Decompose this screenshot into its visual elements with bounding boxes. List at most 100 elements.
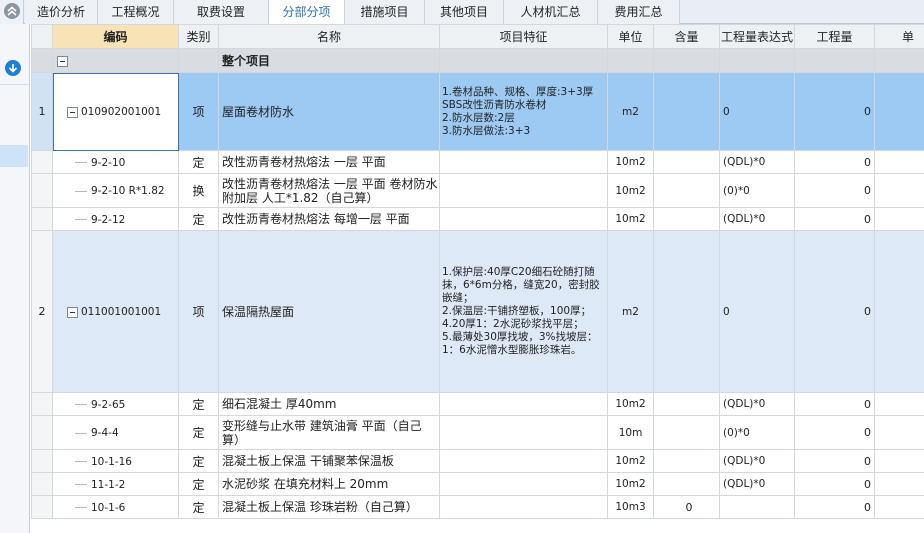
name-cell[interactable]: 改性沥青卷材热熔法 一层 平面 — [218, 150, 440, 174]
expression-cell[interactable]: 0 — [719, 72, 795, 151]
quota-sub-row[interactable]: 10-1-16 定混凝土板上保温 干铺聚苯保温板 10m2 (QDL)*0 0 — [31, 449, 924, 473]
quota-sub-row[interactable]: 9-2-10 定改性沥青卷材热熔法 一层 平面 10m2 (QDL)*0 0 — [31, 150, 924, 174]
code-cell[interactable]: 10-1-16 — [52, 449, 179, 473]
code-cell[interactable]: 9-4-4 — [52, 415, 179, 450]
class-cell[interactable]: 换 — [178, 173, 219, 208]
quota-sub-row[interactable]: 9-2-12 定改性沥青卷材热熔法 每增一层 平面 10m2 (QDL)*0 0 — [31, 207, 924, 231]
unit-cell[interactable]: m2 — [607, 72, 654, 151]
code-cell[interactable]: 9-2-12 — [52, 207, 179, 231]
code-cell[interactable]: 10-1-6 — [52, 495, 179, 519]
quantity-cell[interactable]: 0 — [794, 472, 875, 496]
bill-item-row[interactable]: 2 011001001001 项保温隔热屋面 1.保护层:40厚C20细石砼随打随抹，… — [31, 230, 924, 393]
class-cell[interactable]: 定 — [178, 472, 219, 496]
name-cell[interactable]: 变形缝与止水带 建筑油膏 平面（自己算） — [218, 415, 440, 450]
content-cell[interactable] — [653, 72, 720, 151]
content-cell[interactable] — [653, 230, 720, 393]
summary-row[interactable]: 整个项目 — [31, 48, 924, 73]
collapse-toggle-icon[interactable] — [67, 106, 78, 118]
expression-cell[interactable]: (0)*0 — [719, 415, 795, 450]
name-cell[interactable]: 细石混凝土 厚40mm — [218, 392, 440, 416]
expression-cell[interactable]: 0 — [719, 230, 795, 393]
class-cell[interactable]: 定 — [178, 150, 219, 174]
tab-3[interactable]: 分部分项 — [269, 0, 345, 25]
unit-cell[interactable]: 10m3 — [607, 495, 654, 519]
unit-cell[interactable]: 10m2 — [607, 472, 654, 496]
quantity-cell[interactable]: 0 — [794, 150, 875, 174]
unit-cell[interactable]: 10m2 — [607, 173, 654, 208]
feature-cell[interactable] — [439, 150, 608, 174]
class-cell[interactable]: 项 — [178, 72, 219, 151]
quantity-cell[interactable]: 0 — [794, 449, 875, 473]
name-cell[interactable]: 混凝土板上保温 珍珠岩粉（自己算） — [218, 495, 440, 519]
feature-header[interactable]: 项目特征 — [439, 24, 608, 49]
row-number-header[interactable] — [31, 24, 53, 49]
name-cell[interactable]: 屋面卷材防水 — [218, 72, 440, 151]
code-cell[interactable]: 011001001001 — [52, 230, 179, 393]
collapse-toggle-icon[interactable] — [67, 306, 78, 318]
feature-cell[interactable]: 1.卷材品种、规格、厚度:3+3厚SBS改性沥青防水卷材 2.防水层数:2层 3… — [439, 72, 608, 151]
expression-cell[interactable]: (0)*0 — [719, 173, 795, 208]
name-header[interactable]: 名称 — [218, 24, 440, 49]
class-cell[interactable]: 定 — [178, 449, 219, 473]
feature-cell[interactable]: 1.保护层:40厚C20细石砼随打随抹，6*6m分格，缝宽20，密封胶嵌缝； 2… — [439, 230, 608, 393]
feature-cell[interactable] — [439, 472, 608, 496]
quantity-cell[interactable]: 0 — [794, 415, 875, 450]
quantity-cell[interactable]: 0 — [794, 392, 875, 416]
expression-cell[interactable]: (QDL)*0 — [719, 150, 795, 174]
class-cell[interactable]: 定 — [178, 207, 219, 231]
tab-1[interactable]: 工程概况 — [98, 0, 174, 24]
content-cell[interactable]: 0 — [653, 495, 720, 519]
feature-cell[interactable] — [439, 207, 608, 231]
tab-6[interactable]: 人材机汇总 — [504, 0, 598, 24]
summary-toggle-cell[interactable] — [52, 48, 179, 73]
code-cell[interactable]: 9-2-10 R*1.82 — [52, 173, 179, 208]
quota-sub-row[interactable]: 11-1-2 定水泥砂浆 在填充材料上 20mm 10m2 (QDL)*0 0 — [31, 472, 924, 496]
unit-cell[interactable]: 10m2 — [607, 150, 654, 174]
class-cell[interactable]: 定 — [178, 392, 219, 416]
quantity-header[interactable]: 工程量 — [794, 24, 875, 49]
expression-cell[interactable] — [719, 495, 795, 519]
content-cell[interactable] — [653, 150, 720, 174]
content-cell[interactable] — [653, 392, 720, 416]
quota-sub-row[interactable]: 9-4-4 定变形缝与止水带 建筑油膏 平面（自己算） 10m (0)*0 0 — [31, 415, 924, 450]
code-cell[interactable]: 010902001001 — [52, 72, 179, 151]
name-cell[interactable]: 混凝土板上保温 干铺聚苯保温板 — [218, 449, 440, 473]
feature-cell[interactable] — [439, 415, 608, 450]
quota-sub-row[interactable]: 9-2-65 定细石混凝土 厚40mm 10m2 (QDL)*0 0 — [31, 392, 924, 416]
content-cell[interactable] — [653, 415, 720, 450]
unit-cell[interactable]: 10m2 — [607, 207, 654, 231]
name-cell[interactable]: 保温隔热屋面 — [218, 230, 440, 393]
name-cell[interactable]: 改性沥青卷材热熔法 一层 平面 卷材防水附加层 人工*1.82（自己算） — [218, 173, 440, 208]
content-cell[interactable] — [653, 173, 720, 208]
tab-5[interactable]: 其他项目 — [425, 0, 504, 24]
download-arrow-icon[interactable] — [5, 60, 21, 76]
class-cell[interactable]: 项 — [178, 230, 219, 393]
quantity-cell[interactable]: 0 — [794, 72, 875, 151]
tab-7[interactable]: 费用汇总 — [598, 0, 680, 24]
quantity-cell[interactable]: 0 — [794, 495, 875, 519]
code-cell[interactable]: 9-2-65 — [52, 392, 179, 416]
code-cell[interactable]: 11-1-2 — [52, 472, 179, 496]
expression-cell[interactable]: (QDL)*0 — [719, 449, 795, 473]
feature-cell[interactable] — [439, 495, 608, 519]
bill-item-row[interactable]: 1 010902001001 项屋面卷材防水 1.卷材品种、规格、厚度:3+3厚SBS… — [31, 72, 924, 151]
expression-cell[interactable]: (QDL)*0 — [719, 392, 795, 416]
content-cell[interactable] — [653, 207, 720, 231]
unit-cell[interactable]: 10m — [607, 415, 654, 450]
content-cell[interactable] — [653, 472, 720, 496]
code-header[interactable]: 编码 — [52, 24, 179, 49]
feature-cell[interactable] — [439, 392, 608, 416]
collapse-toggle-icon[interactable] — [57, 55, 68, 67]
collapse-panel-button[interactable] — [0, 0, 24, 24]
content-header[interactable]: 含量 — [653, 24, 720, 49]
unit-header[interactable]: 单位 — [607, 24, 654, 49]
expression-cell[interactable]: (QDL)*0 — [719, 472, 795, 496]
expression-cell[interactable]: (QDL)*0 — [719, 207, 795, 231]
name-cell[interactable]: 改性沥青卷材热熔法 每增一层 平面 — [218, 207, 440, 231]
class-cell[interactable]: 定 — [178, 415, 219, 450]
quota-sub-row[interactable]: 9-2-10 R*1.82 换改性沥青卷材热熔法 一层 平面 卷材防水附加层 人工… — [31, 173, 924, 208]
quantity-cell[interactable]: 0 — [794, 173, 875, 208]
quota-sub-row[interactable]: 10-1-6 定混凝土板上保温 珍珠岩粉（自己算） 10m3 0 0 — [31, 495, 924, 519]
unit-cell[interactable]: 10m2 — [607, 392, 654, 416]
class-header[interactable]: 类别 — [178, 24, 219, 49]
